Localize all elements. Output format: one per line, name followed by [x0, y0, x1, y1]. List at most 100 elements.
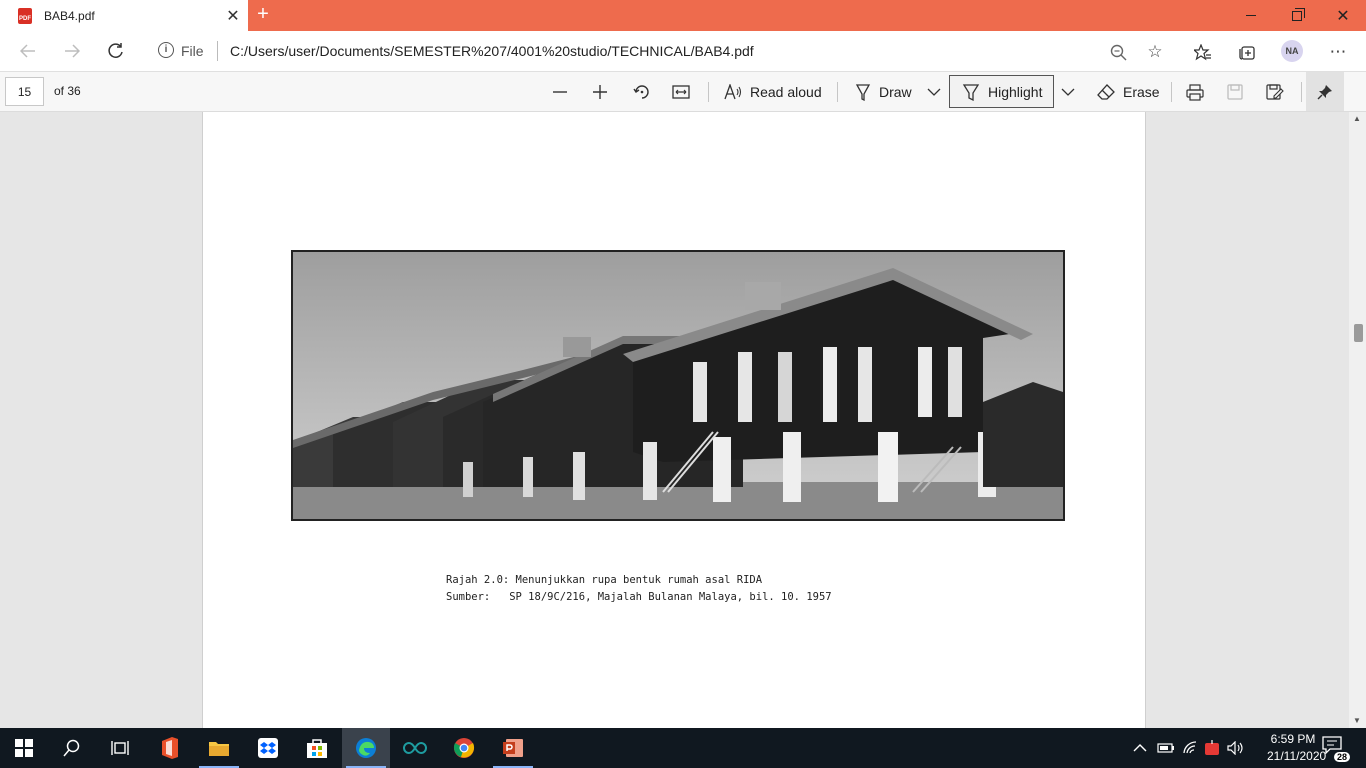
arduino-button[interactable] — [391, 728, 439, 768]
zoom-in-button[interactable] — [592, 78, 608, 106]
search-button[interactable] — [48, 728, 96, 768]
erase-button[interactable]: Erase — [1097, 78, 1160, 106]
infinity-icon — [403, 741, 427, 755]
minus-icon — [553, 91, 567, 93]
edge-icon — [356, 738, 376, 758]
speaker-icon — [1227, 741, 1243, 755]
back-button[interactable] — [14, 39, 42, 63]
eraser-icon — [1097, 84, 1115, 100]
highlight-label: Highlight — [988, 83, 1043, 100]
collections-box-icon — [1238, 45, 1255, 60]
zoom-icon[interactable] — [1106, 40, 1130, 64]
magnifier-icon — [1110, 44, 1126, 60]
edge-browser-button[interactable] — [342, 728, 390, 768]
minimize-button[interactable] — [1228, 0, 1274, 31]
caption-title: Rajah 2.0: Menunjukkan rupa bentuk rumah… — [446, 574, 763, 586]
office-app-button[interactable] — [146, 728, 194, 768]
clock-date: 21/11/2020 — [1267, 749, 1327, 763]
print-button[interactable] — [1186, 78, 1204, 106]
start-button[interactable] — [0, 728, 48, 768]
powerpoint-icon — [503, 739, 523, 757]
task-view-icon — [111, 741, 129, 755]
read-aloud-icon — [724, 84, 742, 100]
windows-logo-icon — [15, 739, 33, 757]
refresh-button[interactable] — [102, 39, 130, 63]
chrome-button[interactable] — [440, 728, 488, 768]
house-row-illustration — [293, 252, 1063, 519]
restore-button[interactable] — [1274, 0, 1320, 31]
store-button[interactable] — [293, 728, 341, 768]
chevron-up-icon — [1133, 744, 1147, 752]
show-hidden-icons[interactable] — [1133, 728, 1147, 768]
pin-toolbar-button[interactable] — [1306, 72, 1344, 111]
toolbar-divider — [1301, 82, 1302, 102]
highlight-button[interactable]: Highlight — [949, 75, 1054, 108]
pin-icon — [1317, 84, 1332, 99]
rotate-button[interactable] — [633, 78, 651, 106]
read-aloud-button[interactable]: Read aloud — [724, 78, 822, 106]
pdf-viewer[interactable]: Rajah 2.0: Menunjukkan rupa bentuk rumah… — [0, 112, 1366, 728]
save-as-button[interactable] — [1266, 78, 1284, 106]
figure-caption: Rajah 2.0: Menunjukkan rupa bentuk rumah… — [446, 572, 832, 606]
forward-button[interactable] — [58, 39, 86, 63]
browser-titlebar: PDF BAB4.pdf ✕ + ✕ — [0, 0, 1366, 31]
minimize-icon — [1246, 15, 1256, 16]
battery-icon — [1157, 743, 1174, 753]
draw-button[interactable]: Draw — [855, 78, 912, 106]
folder-icon — [209, 742, 229, 756]
scroll-up-icon[interactable]: ▲ — [1353, 114, 1361, 123]
refresh-icon — [108, 43, 123, 58]
collections-icon[interactable] — [1235, 40, 1259, 64]
draw-label: Draw — [879, 84, 912, 100]
tab-title: BAB4.pdf — [44, 8, 95, 23]
chevron-down-icon — [1061, 88, 1075, 96]
search-icon — [63, 739, 80, 757]
caption-source: Sumber: SP 18/9C/216, Majalah Bulanan Ma… — [446, 591, 832, 603]
chevron-down-icon — [927, 88, 941, 96]
close-window-button[interactable]: ✕ — [1320, 0, 1366, 31]
task-view-button[interactable] — [96, 728, 144, 768]
fit-width-button[interactable] — [672, 78, 690, 106]
draw-options-button[interactable] — [927, 78, 941, 106]
erase-label: Erase — [1123, 84, 1160, 100]
app-tray-icon[interactable] — [1203, 728, 1221, 768]
scroll-down-icon[interactable]: ▼ — [1353, 716, 1361, 725]
more-options-icon[interactable]: ⋯ — [1326, 40, 1350, 64]
highlight-options-button[interactable] — [1061, 78, 1075, 106]
new-tab-button[interactable]: + — [252, 4, 274, 26]
page-number-input[interactable]: 15 — [5, 77, 44, 106]
save-button[interactable] — [1227, 78, 1243, 106]
printer-icon — [1186, 83, 1204, 101]
dropbox-button[interactable] — [244, 728, 292, 768]
battery-tray-icon[interactable] — [1157, 728, 1175, 768]
windows-taskbar: 6:59 PM 21/11/2020 28 — [0, 728, 1366, 768]
red-app-icon — [1205, 740, 1219, 755]
browser-tab-active[interactable]: PDF BAB4.pdf ✕ — [0, 0, 248, 31]
powerpoint-button[interactable] — [489, 728, 537, 768]
rotate-icon — [633, 85, 649, 99]
document-photo-rida-houses — [291, 250, 1065, 521]
close-icon: ✕ — [1336, 7, 1350, 25]
zoom-out-button[interactable] — [552, 78, 568, 106]
wifi-tray-icon[interactable] — [1182, 728, 1200, 768]
site-info-icon[interactable]: i — [158, 42, 174, 58]
file-explorer-button[interactable] — [195, 728, 243, 768]
restore-icon — [1292, 7, 1305, 21]
volume-tray-icon[interactable] — [1227, 728, 1245, 768]
profile-avatar[interactable]: NA — [1281, 40, 1303, 62]
url-field[interactable]: C:/Users/user/Documents/SEMESTER%207/400… — [230, 43, 754, 59]
file-scheme-label: File — [181, 43, 204, 59]
favorites-icon[interactable] — [1191, 40, 1215, 64]
notification-count-badge: 28 — [1333, 752, 1350, 762]
pdf-page: Rajah 2.0: Menunjukkan rupa bentuk rumah… — [202, 112, 1146, 728]
favorite-star-icon[interactable]: ☆ — [1143, 40, 1167, 64]
pdf-toolbar: 15 of 36 Read aloud Draw Highlight Erase — [0, 72, 1366, 112]
tab-close-icon[interactable]: ✕ — [218, 6, 248, 26]
toolbar-divider — [708, 82, 709, 102]
vertical-scrollbar[interactable]: ▲ ▼ — [1349, 112, 1366, 728]
page-total-label: of 36 — [54, 84, 81, 98]
notification-center-button[interactable]: 28 — [1322, 736, 1350, 762]
arrow-right-icon — [65, 44, 80, 58]
scrollbar-thumb[interactable] — [1354, 324, 1363, 342]
system-clock[interactable]: 6:59 PM 21/11/2020 — [1267, 731, 1327, 765]
